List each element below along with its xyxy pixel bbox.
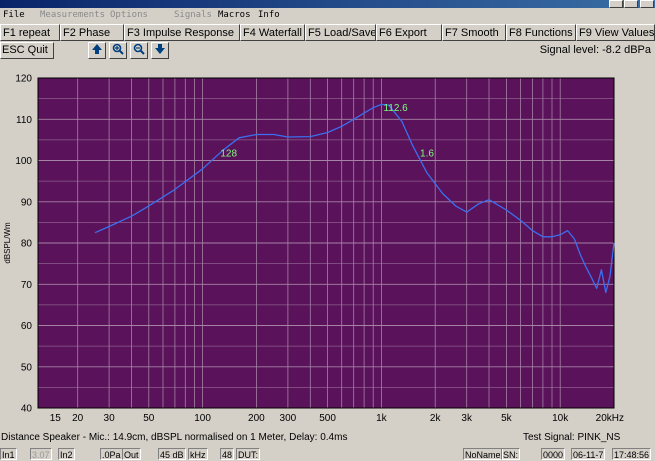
input1-value: 3.07 xyxy=(30,448,52,460)
minimize-button[interactable] xyxy=(609,0,623,8)
curve-annotation: 128 xyxy=(220,148,237,159)
y-tick-label: 120 xyxy=(15,74,32,85)
maximize-button[interactable] xyxy=(624,0,638,8)
f6-export-button[interactable]: F6 Export xyxy=(376,24,442,41)
x-tick-label: 20 xyxy=(72,413,84,424)
function-key-bar: F1 repeat F2 Phase F3 Impulse Response F… xyxy=(0,24,655,41)
x-tick-label: 100 xyxy=(194,413,211,424)
y-tick-label: 80 xyxy=(21,239,33,250)
sample-rate: 48 xyxy=(220,448,235,460)
serial-number: 0000 xyxy=(541,448,566,460)
y-axis-ticks: 40 50 60 70 80 90 100 110 120 xyxy=(15,74,32,415)
x-tick-label: 5k xyxy=(501,413,513,424)
x-tick-label: 1k xyxy=(376,413,388,424)
f4-waterfall-button[interactable]: F4 Waterfall xyxy=(240,24,305,41)
x-tick-label: 15 xyxy=(50,413,62,424)
menu-signals[interactable]: Signals xyxy=(174,8,212,22)
y-tick-label: 110 xyxy=(16,115,32,126)
f7-smooth-button[interactable]: F7 Smooth xyxy=(442,24,506,41)
x-tick-label: 50 xyxy=(143,413,155,424)
zoom-out-icon[interactable] xyxy=(130,42,148,59)
f8-functions-button[interactable]: F8 Functions xyxy=(506,24,576,41)
curve-annotation: 112.6 xyxy=(383,103,408,114)
y-tick-label: 50 xyxy=(21,362,33,373)
f9-view-values-button[interactable]: F9 View Values xyxy=(576,24,655,41)
arrow-down-icon[interactable] xyxy=(151,42,169,59)
y-tick-label: 40 xyxy=(21,404,33,415)
output-label: Out xyxy=(122,448,141,460)
menu-measurements[interactable]: Measurements xyxy=(40,8,105,22)
f2-phase-button[interactable]: F2 Phase xyxy=(60,24,124,41)
signal-level: Signal level: -8.2 dBPa xyxy=(539,44,651,56)
bottom-status-bar: In1 3.07 In2 .0Pa Out 45 dB kHz 48 DUT: … xyxy=(0,447,655,461)
frequency-response-chart: 40 50 60 70 80 90 100 110 120 15 20 30 50 100 200 300 5… xyxy=(0,63,655,429)
test-signal: Test Signal: PINK_NS xyxy=(523,432,621,443)
x-tick-label: 200 xyxy=(248,413,265,424)
y-tick-label: 60 xyxy=(21,321,33,332)
f1-repeat-button[interactable]: F1 repeat xyxy=(0,24,60,41)
arrow-up-icon[interactable] xyxy=(88,42,106,59)
x-tick-label: 20kHz xyxy=(596,413,624,424)
output-level: 45 dB xyxy=(158,448,186,460)
x-tick-label: 10k xyxy=(552,413,569,424)
y-axis-label: dBSPL/Wm xyxy=(3,222,12,264)
curve-annotation: 1.6 xyxy=(420,148,434,159)
x-tick-label: 2k xyxy=(430,413,442,424)
quit-button[interactable]: ESC Quit xyxy=(0,42,54,59)
y-tick-label: 100 xyxy=(15,156,32,167)
title-bar xyxy=(0,0,655,8)
x-tick-label: 3k xyxy=(461,413,473,424)
toolbar: ESC Quit Signal level: -8.2 dBPa xyxy=(0,42,655,60)
f5-load-save-button[interactable]: F5 Load/Save xyxy=(305,24,376,41)
close-button[interactable] xyxy=(640,0,654,8)
serial-label: SN: xyxy=(501,448,521,460)
input2-label: In2 xyxy=(58,448,75,460)
y-tick-label: 70 xyxy=(21,280,33,291)
x-axis-ticks: 15 20 30 50 100 200 300 500 1k 2k 3k 5k 10k 20kHz xyxy=(50,413,624,424)
menu-bar: File Measurements Options Signals Macros… xyxy=(0,8,655,22)
measurement-info: Distance Speaker - Mic.: 14.9cm, dBSPL n… xyxy=(1,432,348,443)
x-tick-label: 300 xyxy=(280,413,297,424)
input2-value: .0Pa xyxy=(100,448,123,460)
input1-label: In1 xyxy=(0,448,17,460)
dut-label: DUT: xyxy=(236,448,260,460)
menu-file[interactable]: File xyxy=(3,8,25,22)
date: 06-11-7 xyxy=(571,448,606,460)
x-tick-label: 500 xyxy=(319,413,336,424)
menu-macros[interactable]: Macros xyxy=(218,8,251,22)
menu-options[interactable]: Options xyxy=(110,8,148,22)
time: 17:48:56 xyxy=(612,448,652,460)
menu-info[interactable]: Info xyxy=(258,8,280,22)
f3-impulse-response-button[interactable]: F3 Impulse Response xyxy=(124,24,240,41)
y-tick-label: 90 xyxy=(21,197,33,208)
status-bar: Distance Speaker - Mic.: 14.9cm, dBSPL n… xyxy=(0,431,655,445)
frequency-unit: kHz xyxy=(188,448,208,460)
x-tick-label: 30 xyxy=(104,413,116,424)
zoom-in-icon[interactable] xyxy=(109,42,127,59)
dut-name: NoName xyxy=(463,448,503,460)
